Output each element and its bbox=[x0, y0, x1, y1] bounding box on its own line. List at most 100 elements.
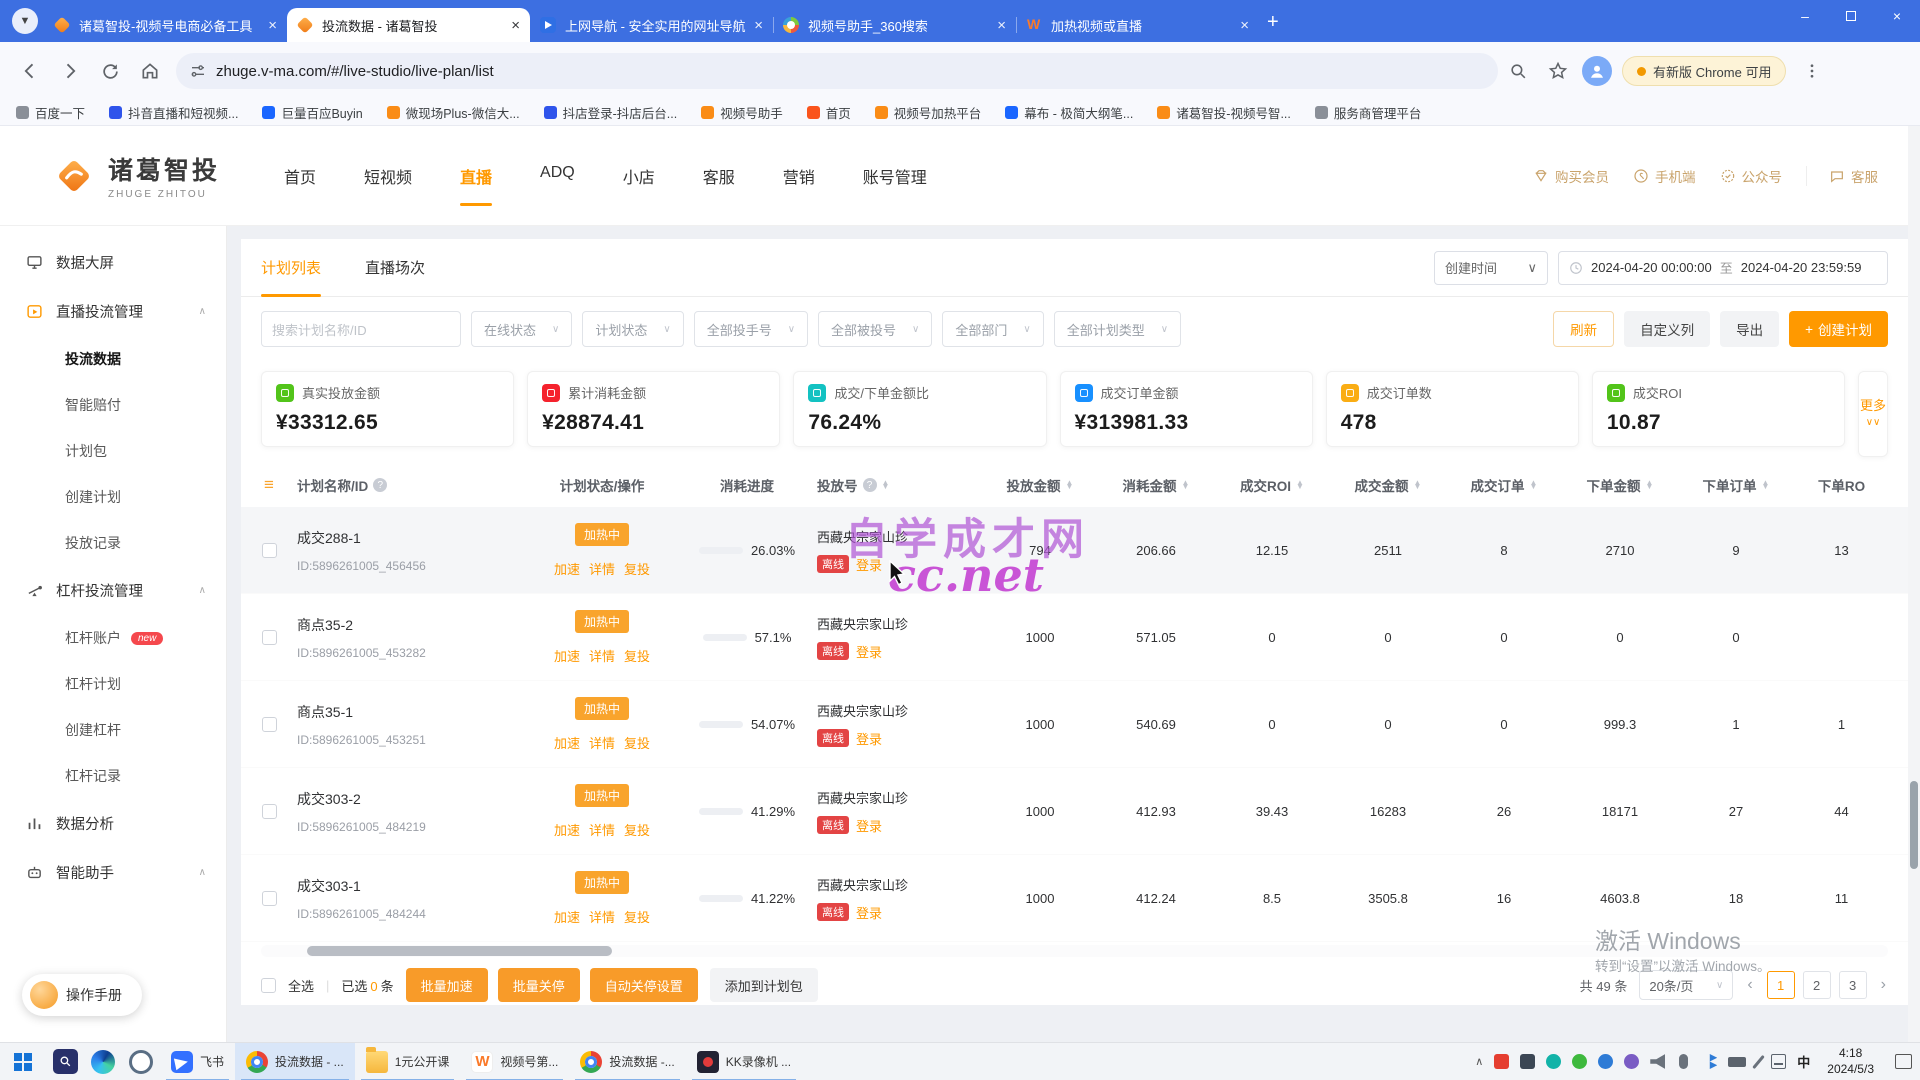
bookmark-item[interactable]: 服务商管理平台 bbox=[1315, 103, 1422, 122]
page-button-1[interactable]: 1 bbox=[1767, 971, 1795, 999]
sort-icon[interactable]: ▲▼ bbox=[1646, 481, 1654, 490]
sidebar-item-创建杠杆[interactable]: 创建杠杆 bbox=[0, 707, 226, 753]
bookmark-item[interactable]: 首页 bbox=[807, 103, 851, 122]
action-link-详情[interactable]: 详情 bbox=[589, 907, 615, 926]
row-checkbox[interactable] bbox=[262, 543, 277, 558]
taskbar-app-4[interactable]: 投流数据 -... bbox=[569, 1043, 685, 1080]
sidebar-item-杠杆投流管理[interactable]: 杠杆投流管理∧ bbox=[0, 566, 226, 615]
home-icon[interactable] bbox=[132, 53, 168, 89]
browser-tab[interactable]: 投流数据 - 诸葛智投× bbox=[287, 8, 530, 42]
login-link[interactable]: 登录 bbox=[856, 555, 882, 574]
next-page-icon[interactable]: › bbox=[1879, 976, 1888, 994]
bookmark-item[interactable]: 幕布 - 极简大纲笔... bbox=[1005, 103, 1133, 122]
nav-item-3[interactable]: 直播 bbox=[460, 164, 492, 188]
sidebar-item-杠杆记录[interactable]: 杠杆记录 bbox=[0, 753, 226, 799]
row-checkbox[interactable] bbox=[262, 630, 277, 645]
header-link-3[interactable]: 客服 bbox=[1806, 166, 1878, 186]
per-page-select[interactable]: 20条/页∨ bbox=[1639, 970, 1733, 1000]
qq-icon[interactable] bbox=[1598, 1054, 1613, 1069]
bluetooth-icon[interactable] bbox=[1702, 1054, 1717, 1069]
battery-icon[interactable] bbox=[1728, 1057, 1746, 1067]
taskbar-app-0[interactable]: 飞书 bbox=[160, 1043, 235, 1080]
site-settings-icon[interactable] bbox=[190, 63, 206, 79]
search-plan-input[interactable]: 搜索计划名称/ID bbox=[261, 311, 461, 347]
volume-icon[interactable] bbox=[1650, 1054, 1665, 1069]
chrome-update-chip[interactable]: 有新版 Chrome 可用 bbox=[1622, 56, 1786, 86]
taskbar-search-button[interactable] bbox=[46, 1043, 84, 1080]
taskbar-app-1[interactable]: 投流数据 - ... bbox=[235, 1043, 355, 1080]
customize-columns-button[interactable]: 自定义列 bbox=[1624, 311, 1710, 347]
sidebar-item-投流数据[interactable]: 投流数据 bbox=[0, 336, 226, 382]
sort-icon[interactable]: ▲▼ bbox=[1762, 481, 1770, 490]
action-link-复投[interactable]: 复投 bbox=[624, 646, 650, 665]
sort-icon[interactable]: ▲▼ bbox=[1530, 481, 1538, 490]
column-header-0[interactable]: 计划名称/ID? bbox=[297, 475, 527, 495]
thunder-icon[interactable] bbox=[1520, 1054, 1535, 1069]
action-link-加速[interactable]: 加速 bbox=[554, 646, 580, 665]
hscroll-thumb[interactable] bbox=[307, 946, 612, 956]
sidebar-item-投放记录[interactable]: 投放记录 bbox=[0, 520, 226, 566]
column-header-7[interactable]: 成交金额▲▼ bbox=[1330, 475, 1446, 495]
action-link-加速[interactable]: 加速 bbox=[554, 733, 580, 752]
nav-item-2[interactable]: 短视频 bbox=[364, 164, 412, 188]
sidebar-item-杠杆计划[interactable]: 杠杆计划 bbox=[0, 661, 226, 707]
app-logo[interactable]: 诸葛智投 ZHUGE ZHITOU bbox=[52, 151, 284, 200]
filter-select-1[interactable]: 计划状态∨ bbox=[582, 311, 683, 347]
action-link-复投[interactable]: 复投 bbox=[624, 559, 650, 578]
sidebar-item-杠杆账户[interactable]: 杠杆账户new bbox=[0, 615, 226, 661]
close-button[interactable]: × bbox=[1874, 0, 1920, 32]
date-range-picker[interactable]: 2024-04-20 00:00:00 至 2024-04-20 23:59:5… bbox=[1558, 251, 1888, 285]
forward-icon[interactable] bbox=[52, 53, 88, 89]
wps-icon[interactable] bbox=[1546, 1054, 1561, 1069]
sort-icon[interactable]: ▲▼ bbox=[1066, 481, 1074, 490]
login-link[interactable]: 登录 bbox=[856, 816, 882, 835]
sidebar-item-智能赔付[interactable]: 智能赔付 bbox=[0, 382, 226, 428]
netdisk-icon[interactable] bbox=[1624, 1054, 1639, 1069]
sort-icon[interactable]: ▲▼ bbox=[1182, 481, 1190, 490]
maximize-button[interactable] bbox=[1828, 0, 1874, 32]
mic-icon[interactable] bbox=[1679, 1054, 1688, 1069]
filter-select-3[interactable]: 全部被投号∨ bbox=[818, 311, 932, 347]
reload-icon[interactable] bbox=[92, 53, 128, 89]
start-button[interactable] bbox=[0, 1043, 46, 1080]
column-header-9[interactable]: 下单金额▲▼ bbox=[1562, 475, 1678, 495]
nav-item-7[interactable]: 营销 bbox=[783, 164, 815, 188]
action-link-详情[interactable]: 详情 bbox=[589, 820, 615, 839]
action-link-复投[interactable]: 复投 bbox=[624, 733, 650, 752]
page-button-2[interactable]: 2 bbox=[1803, 971, 1831, 999]
vscroll-thumb[interactable] bbox=[1910, 781, 1918, 869]
export-button[interactable]: 导出 bbox=[1720, 311, 1779, 347]
keyboard-icon[interactable] bbox=[1771, 1054, 1786, 1069]
vertical-scrollbar[interactable] bbox=[1908, 126, 1920, 1042]
new-tab-button[interactable]: + bbox=[1267, 12, 1279, 32]
row-checkbox[interactable] bbox=[262, 891, 277, 906]
browser-tab[interactable]: 视频号助手_360搜索× bbox=[773, 8, 1016, 42]
nav-item-6[interactable]: 客服 bbox=[703, 164, 735, 188]
filter-select-2[interactable]: 全部投手号∨ bbox=[694, 311, 808, 347]
action-link-加速[interactable]: 加速 bbox=[554, 820, 580, 839]
sidebar-item-智能助手[interactable]: 智能助手∧ bbox=[0, 848, 226, 897]
filter-select-4[interactable]: 全部部门∨ bbox=[942, 311, 1043, 347]
tab-close-icon[interactable]: × bbox=[754, 17, 763, 34]
bookmark-item[interactable]: 视频号加热平台 bbox=[875, 103, 982, 122]
edge-icon[interactable] bbox=[84, 1043, 122, 1080]
pen-icon[interactable] bbox=[1752, 1054, 1765, 1068]
column-header-5[interactable]: 消耗金额▲▼ bbox=[1098, 475, 1214, 495]
browser-360-icon[interactable] bbox=[122, 1043, 160, 1080]
action-link-加速[interactable]: 加速 bbox=[554, 559, 580, 578]
ime-indicator[interactable]: 中 bbox=[1797, 1052, 1810, 1071]
address-bar[interactable]: zhuge.v-ma.com/#/live-studio/live-plan/l… bbox=[176, 53, 1498, 89]
security-icon[interactable] bbox=[1494, 1054, 1509, 1069]
action-link-详情[interactable]: 详情 bbox=[589, 733, 615, 752]
action-link-详情[interactable]: 详情 bbox=[589, 559, 615, 578]
batch-button-1[interactable]: 批量关停 bbox=[498, 968, 580, 1002]
browser-tab[interactable]: 诸葛智投-视频号电商必备工具× bbox=[44, 8, 287, 42]
header-link-0[interactable]: 购买会员 bbox=[1533, 166, 1609, 186]
sort-icon[interactable]: ▲▼ bbox=[1414, 481, 1422, 490]
row-checkbox[interactable] bbox=[262, 717, 277, 732]
action-link-复投[interactable]: 复投 bbox=[624, 907, 650, 926]
bookmark-item[interactable]: 巨量百应Buyin bbox=[262, 103, 362, 122]
bookmark-item[interactable]: 视频号助手 bbox=[701, 103, 783, 122]
browser-tab[interactable]: 加热视频或直播× bbox=[1016, 8, 1259, 42]
action-link-详情[interactable]: 详情 bbox=[589, 646, 615, 665]
